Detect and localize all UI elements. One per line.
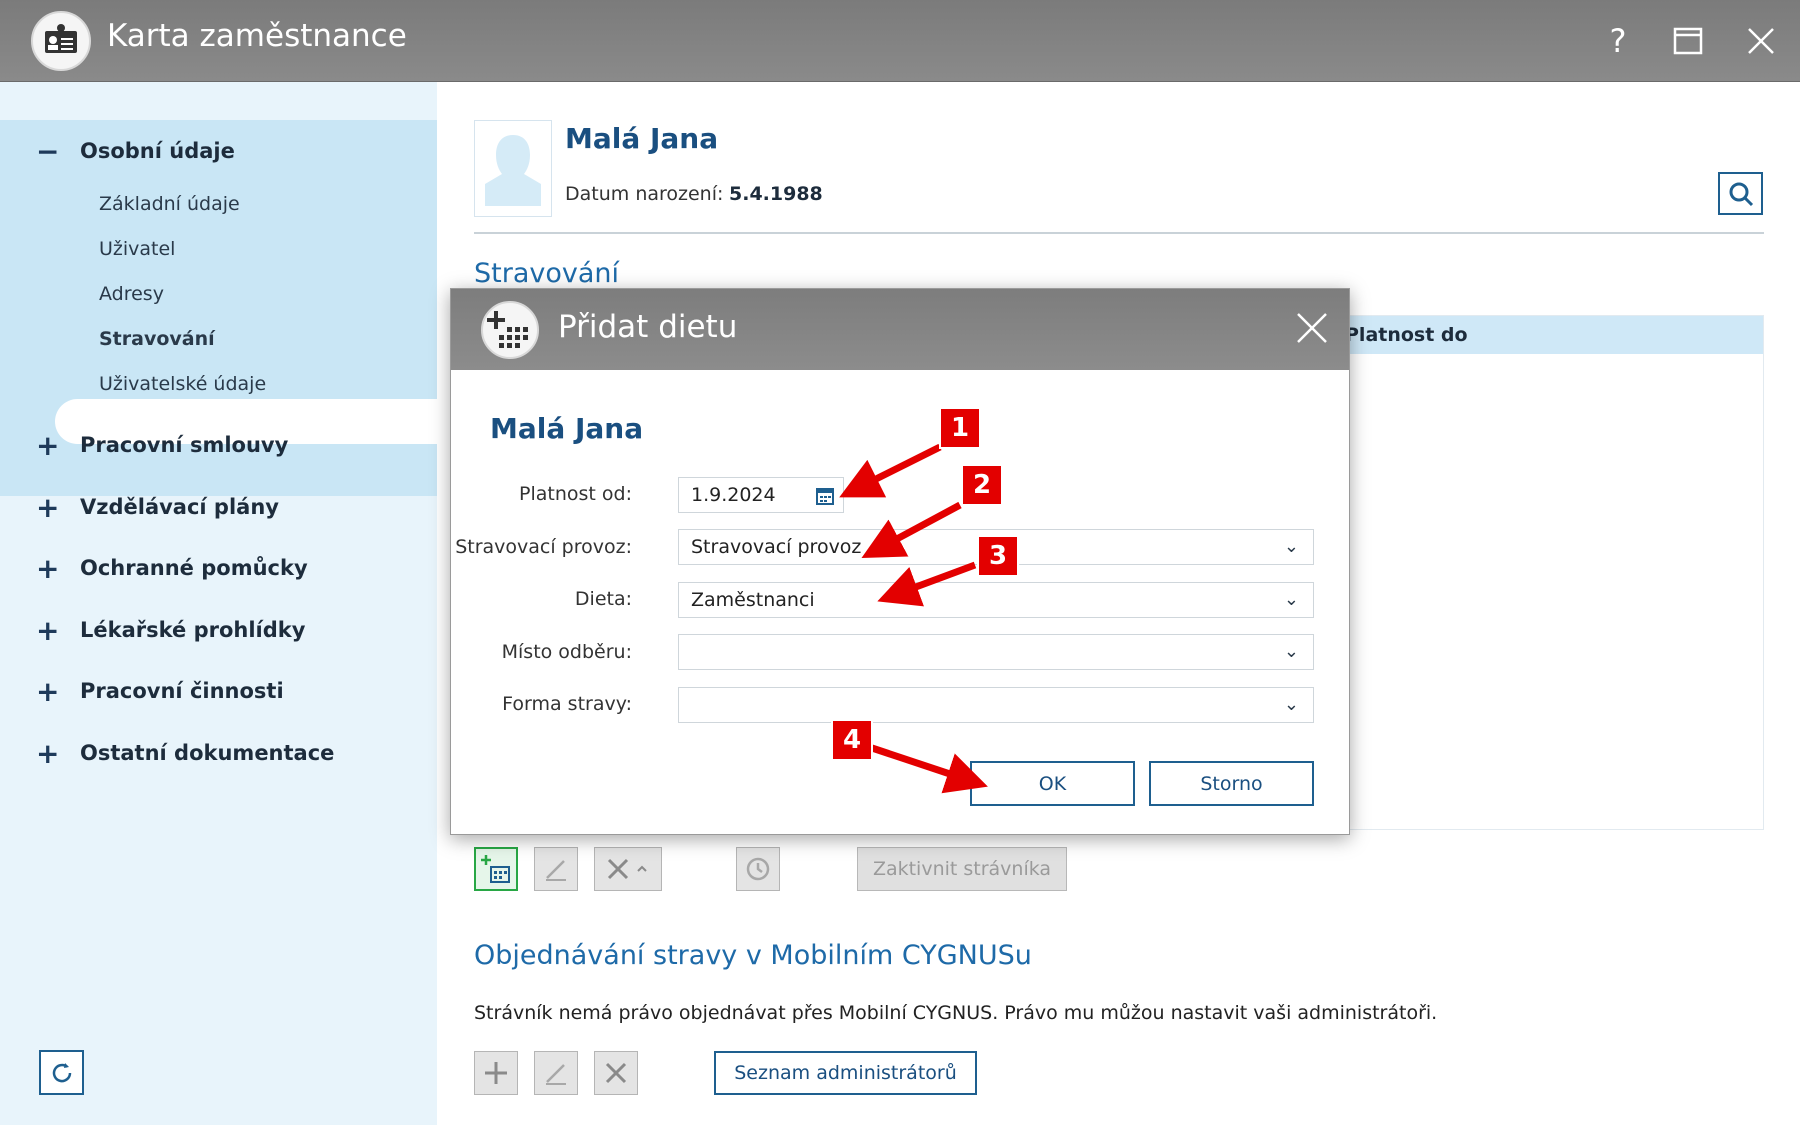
sidebar-item-stravovani[interactable]: Stravování: [99, 328, 215, 350]
sidebar-group-osobni-udaje[interactable]: − Osobní údaje: [0, 126, 437, 176]
sidebar-group-pracovni-smlouvy[interactable]: + Pracovní smlouvy: [0, 420, 437, 470]
sidebar-group-pracovni-cinnosti[interactable]: + Pracovní činnosti: [0, 666, 437, 716]
misto-odberu-select[interactable]: ⌄: [678, 634, 1314, 670]
activate-diner-button[interactable]: Zaktivnit strávníka: [857, 847, 1067, 891]
sidebar-group-label: Osobní údaje: [80, 139, 235, 163]
dialog-titlebar: Přidat dietu: [451, 289, 1349, 370]
annotation-badge-3: 3: [977, 535, 1019, 577]
dob-value: 5.4.1988: [729, 183, 823, 205]
annotation-badge-2: 2: [961, 464, 1003, 506]
close-icon: [1748, 28, 1774, 54]
pencil-icon: [546, 1064, 566, 1085]
add-diet-dialog: Přidat dietu Malá Jana Platnost od: 1.9.…: [450, 288, 1350, 835]
ok-button[interactable]: OK: [970, 761, 1135, 806]
sidebar-group-ochranne-pomucky[interactable]: + Ochranné pomůcky: [0, 543, 437, 593]
forma-stravy-select[interactable]: ⌄: [678, 687, 1314, 723]
dob-label: Datum narození:: [565, 183, 724, 205]
cancel-button[interactable]: Storno: [1149, 761, 1314, 806]
chevron-down-icon: ⌄: [1283, 694, 1299, 715]
annotation-badge-4: 4: [831, 719, 873, 761]
sidebar-group-vzdelavaci-plany[interactable]: + Vzdělávací plány: [0, 482, 437, 532]
sidebar-item-uzivatelske-udaje[interactable]: Uživatelské údaje: [99, 373, 266, 395]
misto-odberu-label: Místo odběru:: [501, 641, 632, 663]
pencil-icon: [546, 860, 566, 881]
search-icon: [1729, 182, 1753, 206]
admin-list-button[interactable]: Seznam administrátorů: [714, 1051, 977, 1095]
edit-admin-button[interactable]: [534, 1051, 578, 1095]
dieta-value: Zaměstnanci: [691, 589, 815, 611]
person-icon: [485, 135, 541, 206]
annotation-badge-1: 1: [939, 407, 981, 449]
avatar: [474, 120, 552, 217]
dieta-select[interactable]: Zaměstnanci ⌄: [678, 582, 1314, 618]
sidebar-item-zakladni-udaje[interactable]: Základní údaje: [99, 193, 240, 215]
column-platnost-do[interactable]: Platnost do: [1345, 324, 1468, 346]
chevron-down-icon: ⌄: [1283, 641, 1299, 662]
mobile-info-text: Strávník nemá právo objednávat přes Mobi…: [474, 1002, 1438, 1024]
sidebar-group-label: Lékařské prohlídky: [80, 618, 306, 642]
search-button[interactable]: [1718, 172, 1763, 215]
dieta-label: Dieta:: [574, 588, 632, 610]
close-icon: [1297, 313, 1327, 343]
delete-icon: [607, 858, 647, 880]
section-title-stravovani: Stravování: [474, 258, 620, 289]
platnost-od-value: 1.9.2024: [691, 484, 776, 506]
sidebar-item-adresy[interactable]: Adresy: [99, 283, 164, 305]
help-button[interactable]: ?: [1595, 18, 1641, 64]
window-titlebar: Karta zaměstnance ?: [0, 0, 1800, 82]
delete-dropdown-button[interactable]: [594, 847, 662, 891]
expand-icon: +: [36, 551, 60, 585]
edit-button[interactable]: [534, 847, 578, 891]
platnost-od-field[interactable]: 1.9.2024: [678, 477, 844, 513]
expand-icon: +: [36, 736, 60, 770]
sidebar-group-label: Pracovní činnosti: [80, 679, 284, 703]
delete-admin-button[interactable]: [594, 1051, 638, 1095]
section-title-mobile: Objednávání stravy v Mobilním CYGNUSu: [474, 940, 1032, 971]
refresh-button[interactable]: [39, 1050, 84, 1095]
add-calendar-icon: [481, 855, 510, 883]
sidebar-group-label: Pracovní smlouvy: [80, 433, 289, 457]
close-button[interactable]: [1738, 18, 1784, 64]
diet-calendar-icon: [481, 301, 539, 359]
employee-name: Malá Jana: [565, 122, 719, 155]
collapse-icon: −: [36, 134, 60, 168]
dialog-close-button[interactable]: [1291, 307, 1333, 349]
plus-icon: [485, 1062, 507, 1084]
window-title: Karta zaměstnance: [107, 18, 407, 54]
platnost-od-label: Platnost od:: [519, 483, 632, 505]
maximize-button[interactable]: [1665, 18, 1711, 64]
expand-icon: +: [36, 674, 60, 708]
employee-card-icon: [31, 11, 91, 71]
dialog-title: Přidat dietu: [558, 309, 738, 345]
sidebar: − Osobní údaje Základní údaje Uživatel A…: [0, 82, 437, 1125]
add-admin-button[interactable]: [474, 1051, 518, 1095]
history-button[interactable]: [736, 847, 780, 891]
delete-icon: [605, 1062, 627, 1084]
expand-icon: +: [36, 613, 60, 647]
sidebar-group-ostatni-dokumentace[interactable]: + Ostatní dokumentace: [0, 728, 437, 778]
expand-icon: +: [36, 428, 60, 462]
refresh-icon: [52, 1062, 71, 1082]
maximize-icon: [1673, 27, 1703, 55]
header-divider: [474, 232, 1764, 234]
sidebar-item-uzivatel[interactable]: Uživatel: [99, 238, 175, 260]
add-diet-button[interactable]: [474, 847, 518, 891]
sidebar-group-label: Ochranné pomůcky: [80, 556, 308, 580]
dialog-employee-name: Malá Jana: [490, 412, 644, 445]
forma-stravy-label: Forma stravy:: [502, 693, 632, 715]
sidebar-group-label: Ostatní dokumentace: [80, 741, 335, 765]
sidebar-group-lekarske-prohlidky[interactable]: + Lékařské prohlídky: [0, 605, 437, 655]
stravovaci-provoz-label: Stravovací provoz:: [455, 536, 632, 558]
chevron-down-icon: ⌄: [1283, 589, 1299, 610]
expand-icon: +: [36, 490, 60, 524]
sidebar-group-label: Vzdělávací plány: [80, 495, 279, 519]
calendar-icon[interactable]: [815, 486, 835, 506]
stravovaci-provoz-value: Stravovací provoz: [691, 536, 862, 558]
chevron-down-icon: ⌄: [1283, 536, 1299, 557]
history-icon: [746, 857, 770, 881]
